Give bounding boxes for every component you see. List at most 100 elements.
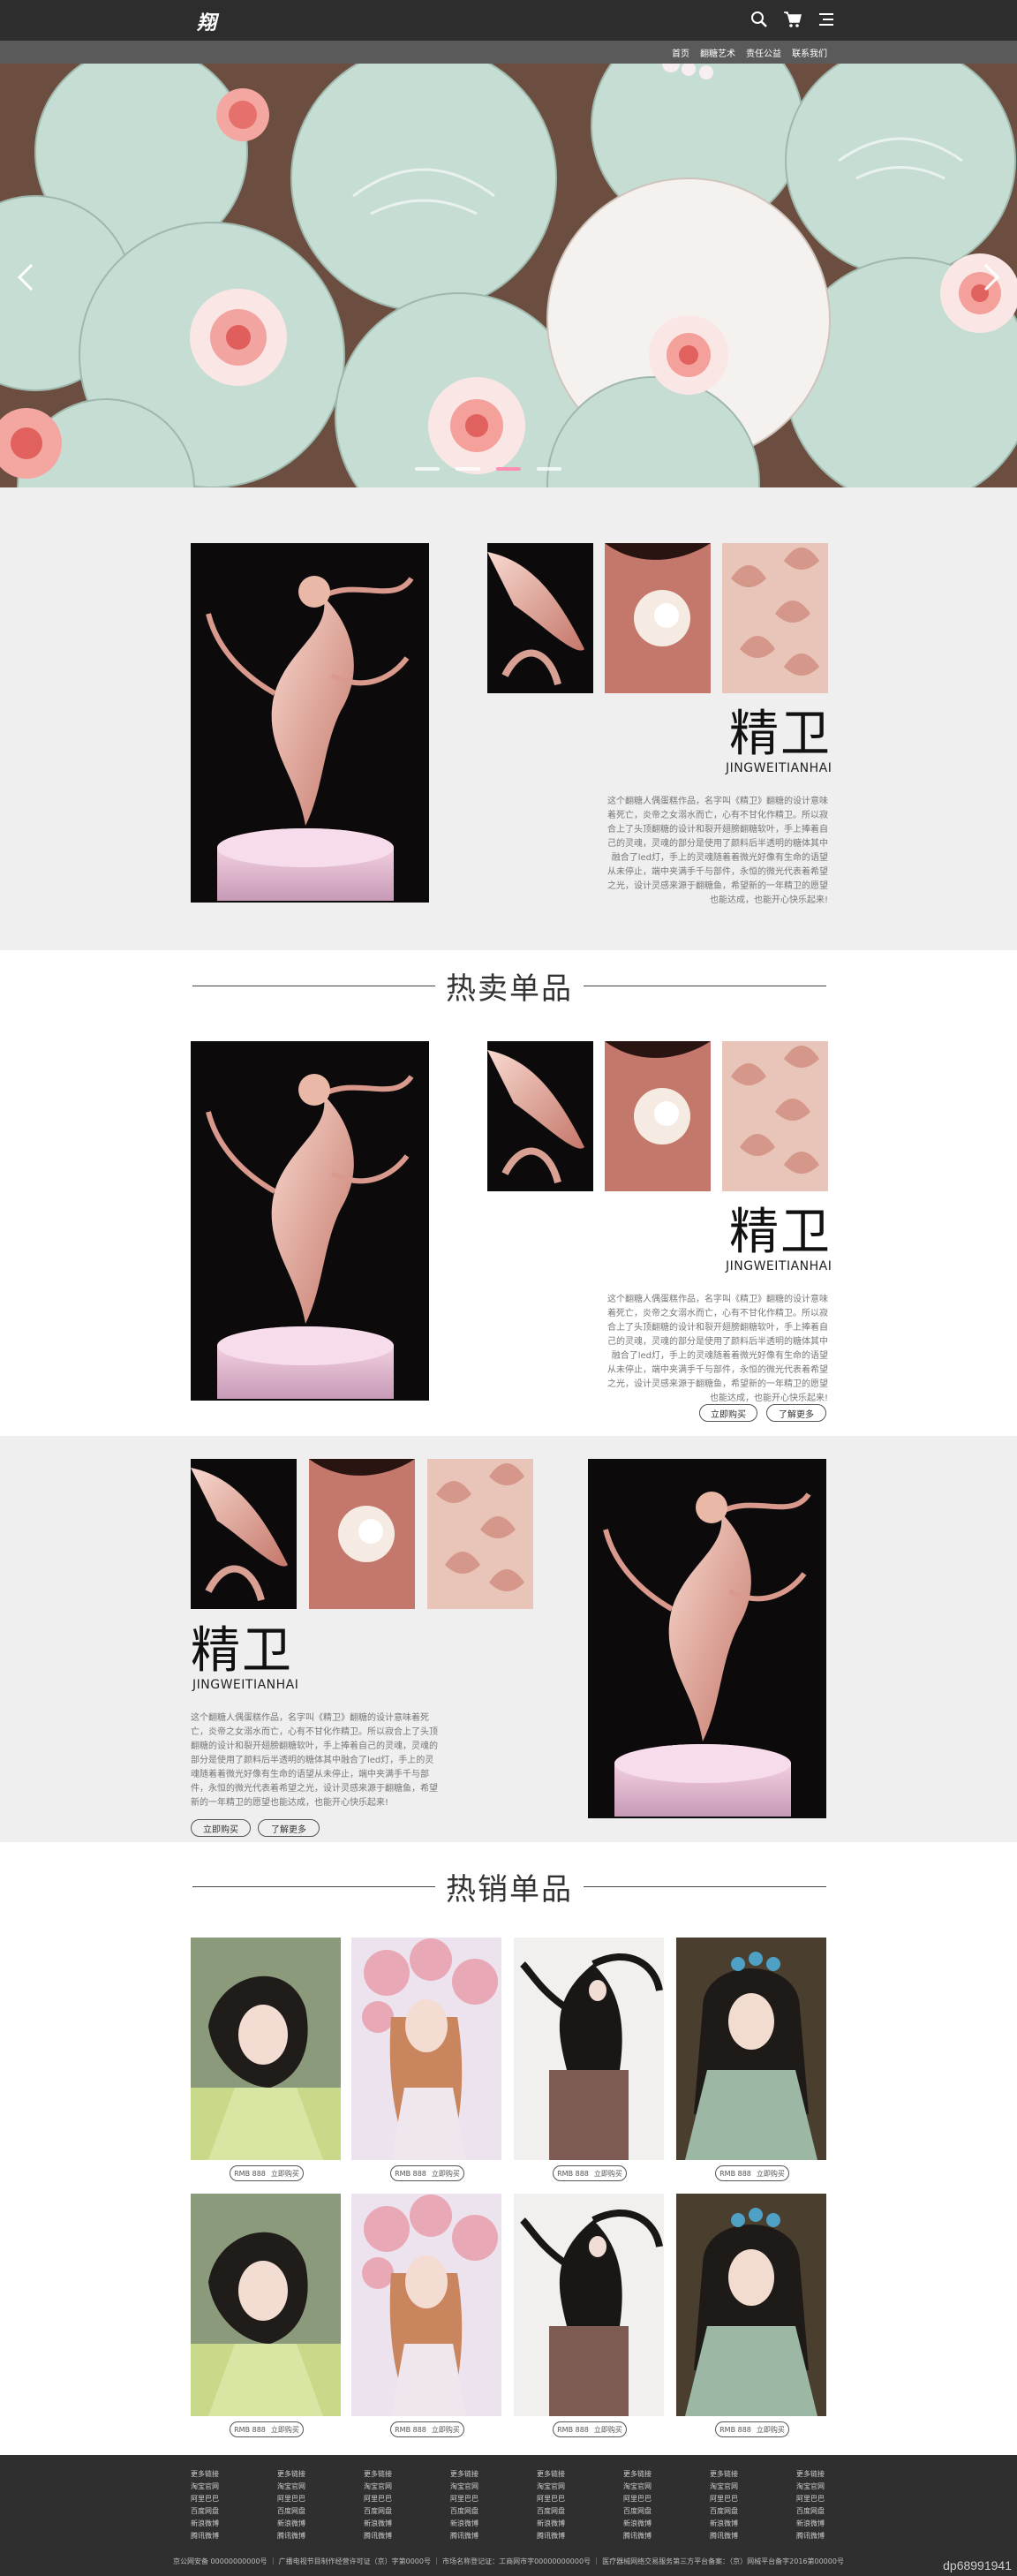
jingwei-detail-image-2[interactable] — [605, 543, 711, 693]
product-card[interactable]: RMB 888 立即购买 — [514, 1938, 664, 2181]
product-image[interactable] — [676, 2194, 826, 2416]
price-buy-pill[interactable]: RMB 888 立即购买 — [553, 2165, 627, 2181]
footer-link[interactable]: 腾讯微博 — [277, 2531, 305, 2541]
jingwei-detail-image-1[interactable] — [487, 543, 593, 693]
jingwei-detail-image-2[interactable] — [309, 1459, 415, 1609]
footer-link[interactable]: 阿里巴巴 — [450, 2494, 478, 2504]
nav-item-home[interactable]: 首页 — [672, 46, 689, 59]
footer-link[interactable]: 新浪微博 — [277, 2519, 305, 2528]
buy-now-button[interactable]: 立即购买 — [191, 1819, 251, 1837]
product-image[interactable] — [191, 1938, 341, 2160]
carousel-dot[interactable] — [456, 467, 480, 471]
footer-link[interactable]: 百度网盘 — [364, 2506, 392, 2516]
product-image[interactable] — [676, 1938, 826, 2160]
product-card[interactable]: RMB 888 立即购买 — [676, 1938, 826, 2181]
jingwei-detail-image-3[interactable] — [722, 1041, 828, 1191]
footer-link[interactable]: 阿里巴巴 — [537, 2494, 565, 2504]
cart-icon[interactable] — [782, 9, 803, 30]
footer-link[interactable]: 新浪微博 — [710, 2519, 738, 2528]
buy-now-link[interactable]: 立即购买 — [757, 2169, 785, 2179]
footer-link[interactable]: 新浪微博 — [623, 2519, 652, 2528]
footer-link[interactable]: 百度网盘 — [710, 2506, 738, 2516]
jingwei-detail-image-2[interactable] — [605, 1041, 711, 1191]
jingwei-detail-image-3[interactable] — [427, 1459, 533, 1609]
jingwei-detail-image-1[interactable] — [191, 1459, 297, 1609]
jingwei-main-image[interactable] — [191, 1041, 429, 1401]
footer-link[interactable]: 淘宝官网 — [364, 2482, 392, 2491]
footer-link[interactable]: 淘宝官网 — [191, 2482, 219, 2491]
price-buy-pill[interactable]: RMB 888 立即购买 — [230, 2421, 304, 2437]
footer-link[interactable]: 新浪微博 — [364, 2519, 392, 2528]
product-card[interactable]: RMB 888 立即购买 — [191, 1938, 341, 2181]
footer-link[interactable]: 淘宝官网 — [623, 2482, 652, 2491]
buy-now-link[interactable]: 立即购买 — [432, 2169, 460, 2179]
footer-link[interactable]: 更多链接 — [450, 2469, 478, 2479]
footer-link[interactable]: 腾讯微博 — [364, 2531, 392, 2541]
price-buy-pill[interactable]: RMB 888 立即购买 — [715, 2421, 789, 2437]
footer-link[interactable]: 阿里巴巴 — [796, 2494, 825, 2504]
carousel-dot-active[interactable] — [496, 467, 521, 471]
product-image[interactable] — [191, 2194, 341, 2416]
product-card[interactable]: RMB 888 立即购买 — [514, 2194, 664, 2437]
footer-link[interactable]: 新浪微博 — [450, 2519, 478, 2528]
jingwei-detail-image-1[interactable] — [487, 1041, 593, 1191]
learn-more-button[interactable]: 了解更多 — [258, 1819, 320, 1837]
footer-link[interactable]: 新浪微博 — [191, 2519, 219, 2528]
footer-link[interactable]: 更多链接 — [191, 2469, 219, 2479]
buy-now-link[interactable]: 立即购买 — [757, 2425, 785, 2435]
price-buy-pill[interactable]: RMB 888 立即购买 — [390, 2165, 464, 2181]
price-buy-pill[interactable]: RMB 888 立即购买 — [553, 2421, 627, 2437]
learn-more-button[interactable]: 了解更多 — [766, 1404, 826, 1422]
footer-link[interactable]: 更多链接 — [364, 2469, 392, 2479]
footer-link[interactable]: 淘宝官网 — [710, 2482, 738, 2491]
menu-icon[interactable] — [816, 9, 837, 30]
price-buy-pill[interactable]: RMB 888 立即购买 — [390, 2421, 464, 2437]
next-slide-arrow-icon[interactable] — [978, 260, 1003, 295]
product-card[interactable]: RMB 888 立即购买 — [351, 2194, 501, 2437]
footer-link[interactable]: 新浪微博 — [537, 2519, 565, 2528]
footer-link[interactable]: 更多链接 — [710, 2469, 738, 2479]
footer-link[interactable]: 淘宝官网 — [450, 2482, 478, 2491]
footer-link[interactable]: 更多链接 — [623, 2469, 652, 2479]
footer-link[interactable]: 更多链接 — [537, 2469, 565, 2479]
footer-link[interactable]: 阿里巴巴 — [710, 2494, 738, 2504]
jingwei-detail-image-3[interactable] — [722, 543, 828, 693]
buy-now-link[interactable]: 立即购买 — [271, 2169, 299, 2179]
footer-link[interactable]: 腾讯微博 — [796, 2531, 825, 2541]
carousel-dot[interactable] — [415, 467, 440, 471]
buy-now-link[interactable]: 立即购买 — [432, 2425, 460, 2435]
footer-link[interactable]: 阿里巴巴 — [364, 2494, 392, 2504]
footer-link[interactable]: 百度网盘 — [191, 2506, 219, 2516]
nav-item-fondant-art[interactable]: 翻糖艺术 — [700, 46, 735, 59]
product-image[interactable] — [514, 2194, 664, 2416]
footer-link[interactable]: 淘宝官网 — [796, 2482, 825, 2491]
product-card[interactable]: RMB 888 立即购买 — [351, 1938, 501, 2181]
hero-carousel[interactable] — [0, 64, 1017, 487]
footer-link[interactable]: 更多链接 — [796, 2469, 825, 2479]
footer-link[interactable]: 百度网盘 — [277, 2506, 305, 2516]
prev-slide-arrow-icon[interactable] — [14, 260, 39, 295]
product-card[interactable]: RMB 888 立即购买 — [191, 2194, 341, 2437]
footer-link[interactable]: 百度网盘 — [623, 2506, 652, 2516]
jingwei-main-image[interactable] — [191, 543, 429, 903]
footer-link[interactable]: 淘宝官网 — [277, 2482, 305, 2491]
product-card[interactable]: RMB 888 立即购买 — [676, 2194, 826, 2437]
footer-link[interactable]: 阿里巴巴 — [277, 2494, 305, 2504]
footer-link[interactable]: 腾讯微博 — [623, 2531, 652, 2541]
footer-link[interactable]: 百度网盘 — [450, 2506, 478, 2516]
footer-link[interactable]: 更多链接 — [277, 2469, 305, 2479]
footer-link[interactable]: 淘宝官网 — [537, 2482, 565, 2491]
footer-link[interactable]: 腾讯微博 — [450, 2531, 478, 2541]
jingwei-main-image[interactable] — [588, 1459, 826, 1818]
product-image[interactable] — [514, 1938, 664, 2160]
buy-now-link[interactable]: 立即购买 — [594, 2425, 622, 2435]
logo[interactable]: 翔 — [197, 7, 216, 35]
nav-item-contact[interactable]: 联系我们 — [792, 46, 827, 59]
footer-link[interactable]: 百度网盘 — [537, 2506, 565, 2516]
footer-link[interactable]: 阿里巴巴 — [623, 2494, 652, 2504]
product-image[interactable] — [351, 1938, 501, 2160]
footer-link[interactable]: 腾讯微博 — [537, 2531, 565, 2541]
price-buy-pill[interactable]: RMB 888 立即购买 — [715, 2165, 789, 2181]
footer-link[interactable]: 百度网盘 — [796, 2506, 825, 2516]
footer-link[interactable]: 腾讯微博 — [710, 2531, 738, 2541]
